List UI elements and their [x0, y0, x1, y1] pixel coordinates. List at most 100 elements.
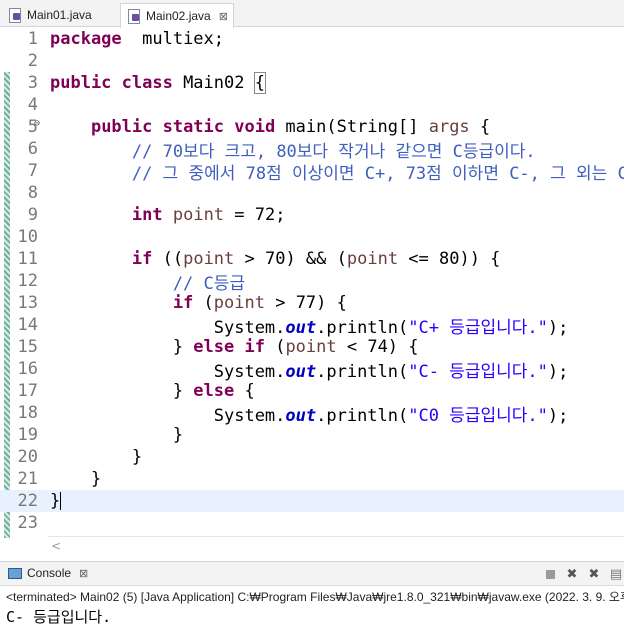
java-file-icon: [127, 8, 141, 24]
scroll-left-icon[interactable]: <: [51, 539, 61, 553]
code-line[interactable]: 21 }: [0, 468, 624, 490]
line-text: // C등급: [50, 269, 245, 294]
code-token: (: [193, 293, 214, 313]
code-line[interactable]: 14 System.out.println("C+ 등급입니다.");: [0, 314, 624, 338]
code-line[interactable]: 17 } else {: [0, 380, 624, 402]
code-token: multiex;: [121, 29, 225, 49]
code-line[interactable]: 10: [0, 226, 624, 248]
remove-all-launches-icon[interactable]: ✖: [586, 567, 602, 583]
tab-main02[interactable]: Main02.java ⊠: [120, 3, 234, 28]
code-token: }: [50, 469, 102, 489]
line-text: }: [50, 447, 142, 467]
line-number: 18: [17, 403, 38, 423]
line-number: 1: [27, 29, 38, 49]
line-number: 20: [17, 447, 38, 467]
horizontal-scrollbar[interactable]: <: [48, 536, 624, 558]
code-line[interactable]: 1 package multiex;: [0, 28, 624, 50]
code-token: out: [285, 405, 317, 426]
code-line[interactable]: 15 } else if (point < 74) {: [0, 336, 624, 358]
console-status: <terminated> Main02 (5) [Java Applicatio…: [6, 590, 624, 604]
code-line[interactable]: 23: [0, 512, 624, 534]
code-token: package: [50, 29, 122, 49]
code-token: }: [50, 425, 184, 445]
code-token: (: [264, 337, 286, 357]
code-token: if: [172, 293, 194, 313]
code-token: if: [131, 249, 153, 269]
code-token: }: [50, 381, 194, 401]
line-number: 5: [27, 117, 38, 137]
line-number: 14: [17, 315, 38, 335]
line-number: 21: [17, 469, 38, 489]
close-tab-icon[interactable]: ⊠: [219, 10, 228, 23]
line-text: package multiex;: [50, 29, 224, 49]
code-line[interactable]: 11 if ((point > 70) && (point <= 80)) {: [0, 248, 624, 270]
tab-main01[interactable]: Main01.java: [2, 3, 110, 27]
code-line[interactable]: 6 // 70보다 크고, 80보다 작거나 같으면 C등급이다.: [0, 138, 624, 162]
code-token: {: [469, 117, 491, 137]
code-token: main(String[]: [275, 117, 429, 137]
code-token: else: [193, 381, 235, 401]
code-token: System.: [50, 405, 286, 426]
code-token: public static void: [90, 117, 276, 137]
line-text: System.out.println("C0 등급입니다.");: [50, 401, 569, 426]
code-line[interactable]: 12 // C등급: [0, 269, 624, 294]
line-text: public static void main(String[] args {: [50, 117, 490, 137]
code-line[interactable]: 9 int point = 72;: [0, 204, 624, 226]
code-line[interactable]: 2: [0, 50, 624, 72]
code-token: "C0 등급입니다.": [408, 405, 548, 426]
line-number: 19: [17, 425, 38, 445]
code-token: else if: [193, 337, 265, 357]
line-text: }: [50, 425, 183, 445]
code-token: .println(: [316, 361, 409, 382]
tab-label: Main02.java: [146, 9, 211, 23]
code-token: "C+ 등급입니다.": [408, 317, 548, 338]
code-line[interactable]: 20 }: [0, 446, 624, 468]
line-number: 9: [27, 205, 38, 225]
code-editor[interactable]: 1 package multiex; 2 3 public class Main02 {…: [0, 28, 624, 553]
code-token: System.: [50, 317, 286, 338]
line-number: 4: [27, 95, 38, 115]
line-number: 22: [17, 491, 38, 511]
code-line[interactable]: 22}: [0, 490, 624, 512]
clear-console-icon[interactable]: ▤: [608, 567, 624, 583]
line-number: 7: [27, 161, 38, 181]
line-number: 2: [27, 51, 38, 71]
code-line[interactable]: 5 ⊖ public static void main(String[] args…: [0, 116, 624, 138]
line-text: if ((point > 70) && (point <= 80)) {: [50, 249, 501, 269]
console-toolbar: ✖ ✖ ▤: [542, 567, 624, 583]
console-output: C- 등급입니다.: [6, 608, 112, 626]
tab-console[interactable]: Console ⊠: [8, 566, 88, 580]
line-number: 13: [17, 293, 38, 313]
code-token: }: [50, 491, 61, 511]
code-line[interactable]: 13 if (point > 77) {: [0, 292, 624, 314]
code-token: );: [547, 405, 569, 426]
text-caret: [60, 492, 62, 510]
code-token: .println(: [316, 405, 409, 426]
code-line[interactable]: 7 // 그 중에서 78점 이상이면 C+, 73점 이하면 C-, 그 외는…: [0, 160, 624, 184]
code-token: out: [285, 361, 317, 382]
editor-tab-bar: Main01.java Main02.java ⊠: [0, 0, 624, 28]
code-token: > 70) && (: [234, 249, 347, 269]
fold-toggle-icon[interactable]: ⊖: [34, 118, 40, 129]
code-line[interactable]: 16 System.out.println("C- 등급입니다.");: [0, 358, 624, 382]
remove-launch-icon[interactable]: ✖: [564, 567, 580, 583]
close-console-icon[interactable]: ⊠: [79, 567, 88, 580]
java-file-icon: [8, 7, 22, 23]
code-line[interactable]: 19 }: [0, 424, 624, 446]
code-line[interactable]: 4: [0, 94, 624, 116]
code-token: <= 80)) {: [398, 249, 501, 269]
code-line[interactable]: 18 System.out.println("C0 등급입니다.");: [0, 401, 624, 426]
console-tab-label: Console: [27, 566, 72, 580]
code-token: // C등급: [50, 273, 246, 294]
code-token: );: [547, 317, 569, 338]
code-line[interactable]: 3 public class Main02 {: [0, 72, 624, 94]
terminate-icon[interactable]: [542, 567, 558, 583]
code-token: {: [253, 72, 266, 94]
console-view-bar: Console ⊠ ✖ ✖ ▤: [0, 561, 624, 586]
code-line[interactable]: 8: [0, 182, 624, 204]
code-token: );: [547, 361, 569, 382]
line-number: 11: [17, 249, 38, 269]
